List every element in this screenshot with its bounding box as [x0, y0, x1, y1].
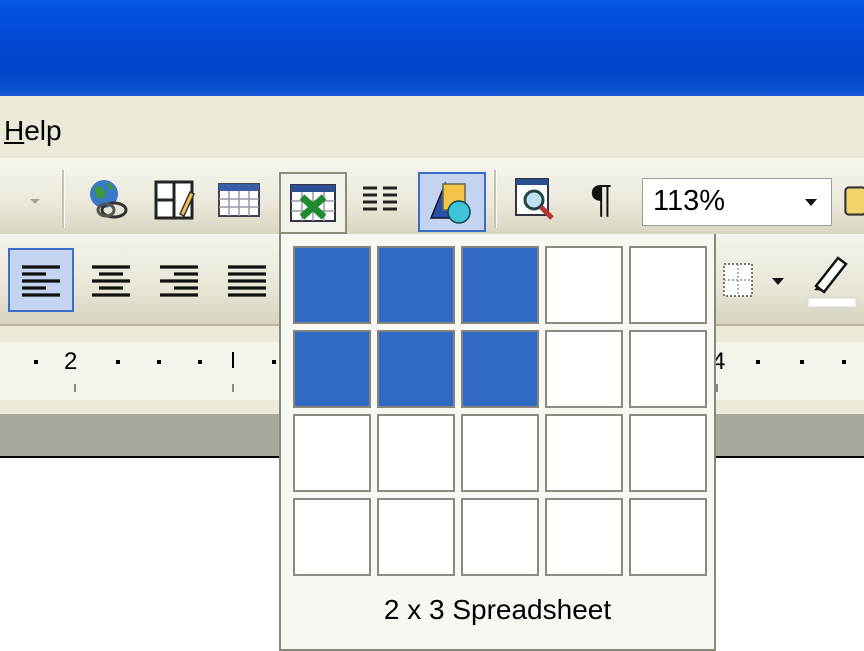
align-center-button[interactable] [80, 250, 142, 310]
align-left-icon [22, 265, 60, 297]
toolbar-dropdown-button[interactable] [22, 176, 48, 226]
chevron-down-icon [805, 199, 817, 206]
zoom-value: 113% [653, 185, 726, 217]
chevron-down-icon [30, 199, 40, 204]
align-right-icon [160, 265, 198, 297]
ruler-major-tick [232, 352, 234, 368]
insert-spreadsheet-button[interactable] [279, 172, 347, 234]
drawing-shapes-icon [429, 181, 471, 224]
border-icon [723, 263, 753, 297]
spreadsheet-grid-cell[interactable] [461, 246, 539, 324]
insert-spreadsheet-popup: 2 x 3 Spreadsheet [279, 234, 716, 651]
help-toolbar-button[interactable] [842, 178, 864, 224]
columns-icon [363, 186, 397, 211]
ruler-minor-tick [232, 384, 234, 392]
menu-help-mnemonic: H [4, 115, 25, 146]
spreadsheet-grid-cell[interactable] [377, 246, 455, 324]
spreadsheet-grid-cell[interactable] [545, 330, 623, 408]
spreadsheet-grid-cell[interactable] [377, 330, 455, 408]
web-toolbar-button[interactable] [82, 172, 134, 226]
spreadsheet-grid-cell[interactable] [545, 498, 623, 576]
menu-item-help[interactable]: Help [4, 115, 62, 147]
drawing-toolbar-button[interactable] [418, 172, 486, 232]
excel-spreadsheet-icon [290, 184, 336, 222]
ruler-tick [272, 360, 276, 364]
ruler-tick [800, 360, 804, 364]
align-center-icon [92, 265, 130, 297]
spreadsheet-grid-cell[interactable] [629, 414, 707, 492]
spreadsheet-grid-cell[interactable] [629, 330, 707, 408]
columns-button[interactable] [352, 174, 408, 226]
chevron-down-icon [772, 278, 784, 285]
zoom-dropdown-button[interactable] [791, 179, 831, 225]
spreadsheet-grid-cell[interactable] [293, 330, 371, 408]
spreadsheet-grid-cell[interactable] [377, 414, 455, 492]
ruler-minor-tick [716, 384, 718, 392]
spreadsheet-grid-cell[interactable] [461, 498, 539, 576]
spreadsheet-grid-cell[interactable] [629, 498, 707, 576]
spreadsheet-grid-cell[interactable] [293, 246, 371, 324]
spreadsheet-grid-cell[interactable] [545, 414, 623, 492]
spreadsheet-grid-cell[interactable] [293, 498, 371, 576]
insert-table-icon [218, 183, 260, 217]
document-map-icon [515, 178, 554, 220]
spreadsheet-grid-cell[interactable] [377, 498, 455, 576]
ruler-tick [842, 360, 846, 364]
highlight-button[interactable] [804, 250, 860, 310]
spreadsheet-grid-cell[interactable] [461, 330, 539, 408]
ruler-tick [756, 360, 760, 364]
spreadsheet-grid-cell[interactable] [293, 414, 371, 492]
paragraph-mark-icon: ¶ [588, 178, 614, 222]
align-right-button[interactable] [148, 250, 210, 310]
ruler-tick [198, 360, 202, 364]
show-hide-formatting-button[interactable]: ¶ [576, 174, 626, 226]
document-map-button[interactable] [508, 172, 562, 226]
insert-table-button[interactable] [212, 174, 266, 226]
border-dropdown-button[interactable] [766, 266, 790, 296]
spreadsheet-grid-cell[interactable] [461, 414, 539, 492]
ruler-tick [157, 360, 161, 364]
ruler-tick [116, 360, 120, 364]
ruler-label-2: 2 [64, 348, 78, 375]
globe-icon [90, 180, 128, 219]
help-icon [844, 186, 864, 216]
spreadsheet-grid-cell[interactable] [629, 246, 707, 324]
spreadsheet-size-grid[interactable] [293, 246, 707, 576]
menu-bar [0, 96, 864, 158]
border-button[interactable] [716, 254, 760, 306]
window-titlebar[interactable] [0, 0, 864, 96]
highlight-pen-icon [807, 256, 857, 308]
draw-table-button[interactable] [148, 174, 202, 226]
justify-button[interactable] [216, 250, 278, 310]
ruler-minor-tick [74, 384, 76, 392]
zoom-select[interactable]: 113% [642, 178, 832, 226]
align-left-button[interactable] [8, 248, 74, 312]
menu-help-rest: elp [24, 115, 62, 146]
spreadsheet-grid-cell[interactable] [545, 246, 623, 324]
ruler-tick [34, 360, 38, 364]
justify-icon [228, 265, 266, 297]
draw-table-icon [154, 180, 195, 220]
spreadsheet-size-label: 2 x 3 Spreadsheet [383, 594, 612, 625]
